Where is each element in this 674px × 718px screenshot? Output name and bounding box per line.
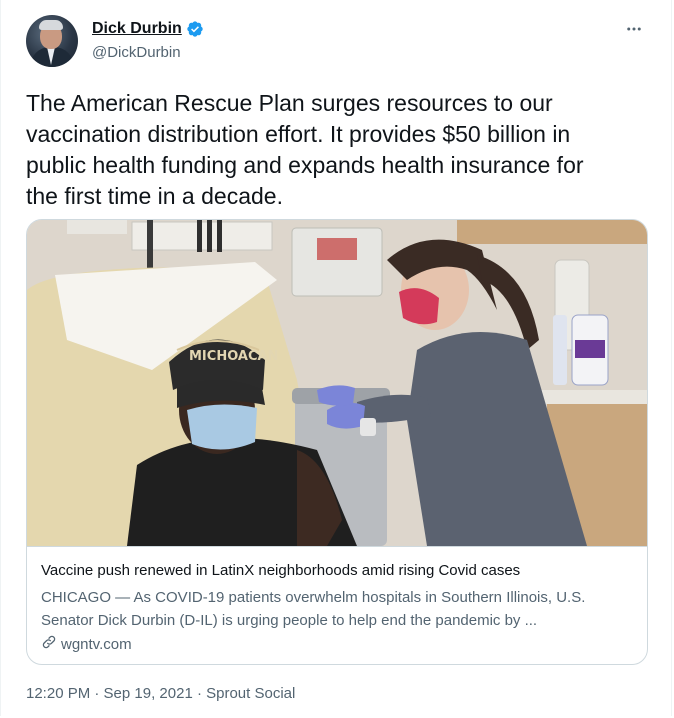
link-preview-card[interactable]: MICHOACAN Vaccine push renewed in LatinX… bbox=[26, 219, 648, 665]
tweet-container: Dick Durbin @DickDurbin The American Res… bbox=[0, 0, 672, 716]
card-domain: wgntv.com bbox=[61, 635, 132, 653]
cap-text: MICHOACAN bbox=[189, 349, 278, 364]
author-name-row: Dick Durbin bbox=[92, 20, 204, 38]
avatar[interactable] bbox=[26, 15, 78, 67]
tweet-text: The American Rescue Plan surges resource… bbox=[26, 90, 584, 209]
vaccination-photo-icon: MICHOACAN bbox=[27, 220, 647, 546]
author-handle[interactable]: @DickDurbin bbox=[92, 44, 181, 61]
verified-badge-icon bbox=[186, 20, 204, 38]
link-icon bbox=[41, 634, 57, 654]
author-display-name[interactable]: Dick Durbin bbox=[92, 20, 182, 38]
tweet-timestamp[interactable]: 12:20 PM · Sep 19, 2021 · Sprout Social bbox=[26, 685, 295, 702]
card-domain-row[interactable]: wgntv.com bbox=[41, 634, 132, 654]
card-title[interactable]: Vaccine push renewed in LatinX neighborh… bbox=[41, 562, 520, 579]
card-description: CHICAGO — As COVID-19 patients overwhelm… bbox=[41, 589, 586, 629]
card-image: MICHOACAN bbox=[27, 220, 647, 547]
more-options-icon[interactable] bbox=[623, 18, 645, 40]
